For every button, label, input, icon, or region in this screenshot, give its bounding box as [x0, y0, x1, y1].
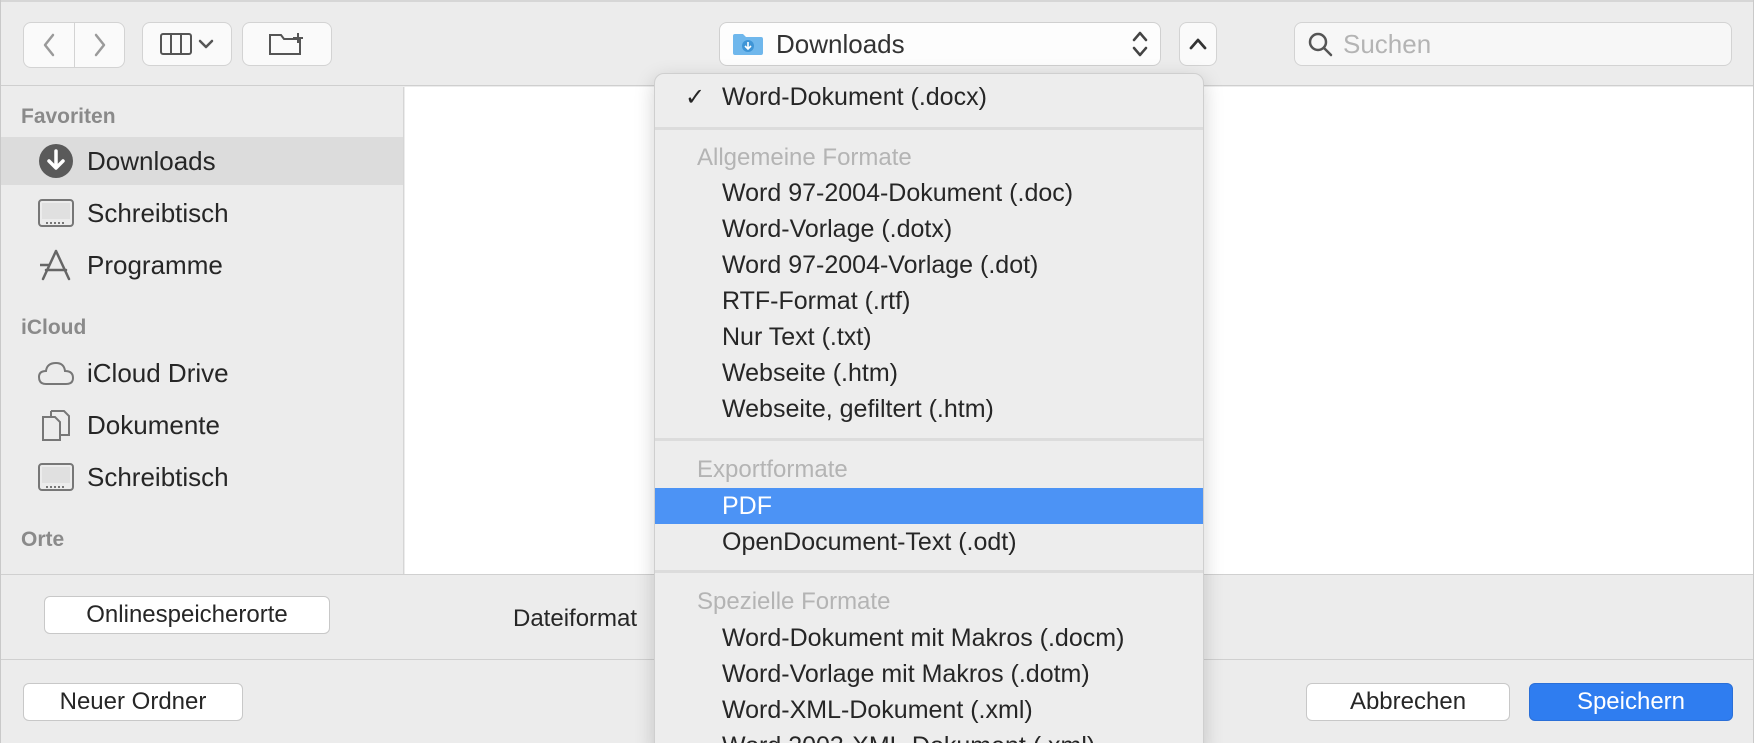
menu-item-label: OpenDocument-Text (.odt) — [722, 527, 1017, 556]
menu-item-dotx[interactable]: Word-Vorlage (.dotx) — [655, 211, 1203, 247]
online-locations-button[interactable]: Onlinespeicherorte — [44, 596, 330, 634]
collapse-button[interactable] — [1179, 22, 1217, 66]
updown-arrows-icon — [1132, 31, 1148, 57]
menu-item-label: Nur Text (.txt) — [722, 322, 872, 351]
sidebar-item-label: Dokumente — [87, 409, 220, 440]
chevron-left-icon — [43, 33, 55, 57]
menu-separator — [655, 127, 1203, 130]
search-icon — [1308, 32, 1333, 57]
menu-item-dot[interactable]: Word 97-2004-Vorlage (.dot) — [655, 247, 1203, 283]
menu-item-htm-filtered[interactable]: Webseite, gefiltert (.htm) — [655, 391, 1203, 427]
menu-item-xml[interactable]: Word-XML-Dokument (.xml) — [655, 692, 1203, 728]
search-field[interactable] — [1294, 22, 1732, 66]
file-format-label: Dateiformat — [513, 605, 638, 632]
menu-item-label: Webseite (.htm) — [722, 358, 898, 387]
downloads-folder-icon — [733, 34, 763, 55]
forward-button[interactable] — [74, 23, 124, 67]
menu-item-label: RTF-Format (.rtf) — [722, 286, 911, 315]
menu-item-htm[interactable]: Webseite (.htm) — [655, 355, 1203, 391]
chevron-up-icon — [1189, 38, 1207, 50]
sidebar-item-label: Schreibtisch — [87, 197, 229, 228]
view-mode-button[interactable] — [142, 22, 232, 66]
menu-item-label: Word-Dokument (.docx) — [722, 82, 987, 111]
menu-item-docm[interactable]: Word-Dokument mit Makros (.docm) — [655, 620, 1203, 656]
sidebar: Favoriten Downloads Schreibtisch Program… — [1, 87, 404, 574]
columns-view-icon — [160, 33, 192, 55]
save-dialog: Downloads Favoriten Downloads Schreibtis… — [0, 0, 1754, 743]
menu-item-dotm[interactable]: Word-Vorlage mit Makros (.dotm) — [655, 656, 1203, 692]
sidebar-item-applications[interactable]: Programme — [1, 241, 403, 289]
documents-icon — [37, 406, 75, 444]
menu-separator — [655, 570, 1203, 573]
chevron-down-icon — [198, 39, 214, 49]
section-places-title: Orte — [21, 528, 65, 551]
menu-item-doc[interactable]: Word 97-2004-Dokument (.doc) — [655, 175, 1203, 211]
desktop-icon — [37, 194, 75, 232]
menu-item-txt[interactable]: Nur Text (.txt) — [655, 319, 1203, 355]
sidebar-item-label: Programme — [87, 249, 223, 280]
location-label: Downloads — [776, 28, 905, 59]
desktop-icon — [37, 458, 75, 496]
section-icloud-title: iCloud — [21, 316, 87, 339]
applications-icon — [37, 246, 75, 284]
download-icon — [37, 142, 75, 180]
menu-header-special: Spezielle Formate — [697, 588, 891, 615]
nav-buttons — [23, 22, 125, 68]
menu-header-general: Allgemeine Formate — [697, 144, 912, 171]
back-button[interactable] — [24, 23, 74, 67]
menu-header-export: Exportformate — [697, 456, 848, 483]
file-format-menu: ✓ Word-Dokument (.docx) Allgemeine Forma… — [654, 73, 1204, 743]
menu-item-label: Word-XML-Dokument (.xml) — [722, 695, 1033, 724]
sidebar-item-label: iCloud Drive — [87, 357, 229, 388]
new-folder-toolbar-button[interactable] — [242, 22, 332, 66]
cloud-icon — [37, 354, 75, 392]
menu-item-label: Word-Vorlage (.dotx) — [722, 214, 953, 243]
sidebar-item-downloads[interactable]: Downloads — [1, 137, 403, 185]
sidebar-item-label: Schreibtisch — [87, 461, 229, 492]
menu-item-label: Word 97-2004-Vorlage (.dot) — [722, 250, 1039, 279]
location-popup[interactable]: Downloads — [719, 22, 1161, 66]
sidebar-item-label: Downloads — [87, 145, 216, 176]
menu-item-label: Word 97-2004-Dokument (.doc) — [722, 178, 1074, 207]
section-favorites-title: Favoriten — [21, 105, 116, 128]
menu-item-label: Word 2003-XML-Dokument (.xml) — [722, 732, 1095, 743]
menu-item-odt[interactable]: OpenDocument-Text (.odt) — [655, 524, 1203, 560]
new-folder-icon — [269, 33, 303, 55]
menu-item-xml-2003[interactable]: Word 2003-XML-Dokument (.xml) — [655, 728, 1203, 743]
chevron-right-icon — [94, 33, 105, 57]
menu-item-label: Word-Vorlage mit Makros (.dotm) — [722, 659, 1090, 688]
cancel-button[interactable]: Abbrechen — [1306, 683, 1510, 721]
checkmark-icon: ✓ — [685, 84, 706, 111]
menu-separator — [655, 438, 1203, 441]
sidebar-item-icloud-desktop[interactable]: Schreibtisch — [1, 453, 403, 501]
menu-item-docx[interactable]: ✓ Word-Dokument (.docx) — [655, 79, 1203, 115]
new-folder-button[interactable]: Neuer Ordner — [23, 683, 243, 721]
save-button[interactable]: Speichern — [1529, 683, 1733, 721]
sidebar-item-documents[interactable]: Dokumente — [1, 401, 403, 449]
menu-item-label: PDF — [722, 491, 772, 520]
menu-item-pdf[interactable]: PDF — [655, 488, 1203, 524]
menu-item-rtf[interactable]: RTF-Format (.rtf) — [655, 283, 1203, 319]
sidebar-item-desktop[interactable]: Schreibtisch — [1, 189, 403, 237]
search-input[interactable] — [1343, 28, 1723, 60]
menu-item-label: Webseite, gefiltert (.htm) — [722, 394, 994, 423]
sidebar-item-icloud-drive[interactable]: iCloud Drive — [1, 349, 403, 397]
menu-item-label: Word-Dokument mit Makros (.docm) — [722, 623, 1125, 652]
